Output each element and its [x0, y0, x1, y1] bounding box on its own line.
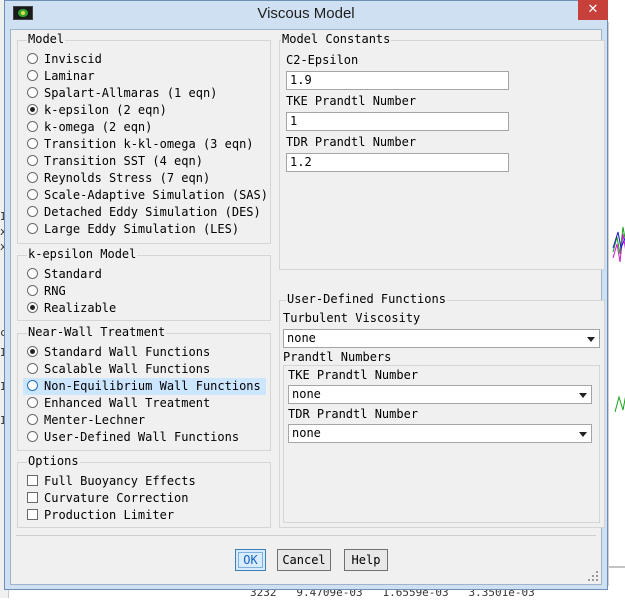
k-epsilon-option-label: Realizable: [44, 301, 117, 315]
udf-tke-prandtl-number-label: TKE Prandtl Number: [288, 368, 419, 382]
turbulent-viscosity-label: Turbulent Viscosity: [283, 311, 421, 325]
options-group-label: Options: [27, 454, 80, 468]
button-separator: [16, 535, 596, 536]
chevron-down-icon[interactable]: [579, 432, 587, 437]
model-group-label: Model: [27, 32, 66, 46]
c2-epsilon-field[interactable]: 1.9: [286, 71, 509, 90]
near-wall-option-label: Standard Wall Functions: [44, 345, 211, 359]
background-plot-window: [608, 22, 625, 598]
cancel-button[interactable]: Cancel: [277, 549, 331, 571]
dropdown-value: none: [292, 426, 321, 440]
radio-button[interactable]: [27, 268, 38, 279]
dialog-client-area: Model Inviscid Laminar Spalart-Allmaras …: [10, 29, 605, 585]
k-epsilon-model-group: k-epsilon Model Standard RNG Realizable: [17, 247, 271, 321]
model-option-label: Inviscid: [44, 52, 102, 66]
near-wall-option-label: User-Defined Wall Functions: [44, 430, 240, 444]
help-button[interactable]: Help: [344, 549, 388, 571]
model-group: Model Inviscid Laminar Spalart-Allmaras …: [17, 32, 271, 244]
option-label: Curvature Correction: [44, 491, 189, 505]
title-bar[interactable]: Viscous Model ✕: [5, 0, 608, 29]
prandtl-numbers-label: Prandtl Numbers: [283, 350, 392, 364]
model-option-label: k-epsilon (2 eqn): [44, 103, 167, 117]
tke-prandtl-number-label: TKE Prandtl Number: [286, 94, 417, 108]
user-defined-functions-group: User-Defined Functions Turbulent Viscosi…: [279, 292, 605, 528]
radio-button[interactable]: [27, 223, 38, 234]
chevron-down-icon[interactable]: [587, 337, 595, 342]
tdr-prandtl-number-label: TDR Prandtl Number: [286, 135, 417, 149]
viscous-model-dialog: Viscous Model ✕ Model Inviscid Laminar S…: [4, 0, 608, 590]
model-option-label: Transition SST (4 eqn): [44, 154, 203, 168]
radio-button[interactable]: [27, 138, 38, 149]
k-epsilon-model-group-label: k-epsilon Model: [27, 247, 138, 261]
turbulent-viscosity-dropdown[interactable]: none: [283, 329, 600, 348]
k-epsilon-option-label: RNG: [44, 284, 66, 298]
udf-tke-prandtl-number-dropdown[interactable]: none: [288, 385, 592, 404]
radio-button[interactable]: [27, 172, 38, 183]
radio-button[interactable]: [27, 414, 38, 425]
radio-button[interactable]: [27, 363, 38, 374]
model-option-label: Spalart-Allmaras (1 eqn): [44, 86, 218, 100]
checkbox[interactable]: [27, 492, 38, 503]
background-plot-traces: [609, 226, 625, 568]
c2-epsilon-label: C2-Epsilon: [286, 53, 359, 67]
chevron-down-icon[interactable]: [579, 393, 587, 398]
checkbox[interactable]: [27, 475, 38, 486]
near-wall-option-label: Menter-Lechner: [44, 413, 146, 427]
close-button[interactable]: ✕: [578, 0, 608, 20]
tke-prandtl-number-field[interactable]: 1: [286, 112, 509, 131]
near-wall-option-label: Scalable Wall Functions: [44, 362, 211, 376]
near-wall-treatment-group-label: Near-Wall Treatment: [27, 325, 167, 339]
option-label: Production Limiter: [44, 508, 175, 522]
model-option-label: Large Eddy Simulation (LES): [44, 222, 240, 236]
window-title: Viscous Model: [257, 5, 355, 22]
options-group: Options Full Buoyancy Effects Curvature …: [17, 454, 271, 528]
radio-button[interactable]: [27, 53, 38, 64]
help-button-label: Help: [351, 553, 381, 567]
model-option-label: Laminar: [44, 69, 95, 83]
model-constants-group: Model Constants C2-Epsilon 1.9 TKE Prand…: [279, 32, 605, 270]
radio-button-selected[interactable]: [27, 346, 38, 357]
radio-button[interactable]: [27, 121, 38, 132]
radio-button[interactable]: [27, 397, 38, 408]
radio-button[interactable]: [27, 380, 38, 391]
near-wall-option-label: Non-Equilibrium Wall Functions: [44, 379, 261, 393]
radio-button[interactable]: [27, 70, 38, 81]
radio-button[interactable]: [27, 189, 38, 200]
ok-button[interactable]: OK: [235, 549, 266, 571]
k-epsilon-option-label: Standard: [44, 267, 102, 281]
option-label: Full Buoyancy Effects: [44, 474, 196, 488]
dropdown-value: none: [287, 331, 316, 345]
model-option-label: Transition k-kl-omega (3 eqn): [44, 137, 254, 151]
dropdown-value: none: [292, 387, 321, 401]
radio-button[interactable]: [27, 285, 38, 296]
udf-tdr-prandtl-number-label: TDR Prandtl Number: [288, 407, 419, 421]
udf-tdr-prandtl-number-dropdown[interactable]: none: [288, 424, 592, 443]
model-option-label: Detached Eddy Simulation (DES): [44, 205, 261, 219]
model-option-label: Scale-Adaptive Simulation (SAS): [44, 188, 268, 202]
model-constants-group-label: Model Constants: [281, 32, 392, 46]
near-wall-option-label: Enhanced Wall Treatment: [44, 396, 211, 410]
prandtl-numbers-group: TKE Prandtl Number none TDR Prandtl Numb…: [283, 365, 600, 523]
model-option-label: Reynolds Stress (7 eqn): [44, 171, 211, 185]
near-wall-treatment-group: Near-Wall Treatment Standard Wall Functi…: [17, 325, 271, 451]
checkbox[interactable]: [27, 509, 38, 520]
radio-button-selected[interactable]: [27, 302, 38, 313]
radio-button-selected[interactable]: [27, 104, 38, 115]
user-defined-functions-group-label: User-Defined Functions: [286, 292, 447, 306]
model-option-label: k-omega (2 eqn): [44, 120, 153, 134]
near-wall-option-non-equilibrium[interactable]: Non-Equilibrium Wall Functions: [23, 378, 266, 395]
radio-button[interactable]: [27, 155, 38, 166]
close-icon: ✕: [587, 2, 599, 17]
cancel-button-label: Cancel: [282, 553, 326, 567]
radio-button[interactable]: [27, 206, 38, 217]
resize-grip-icon[interactable]: [587, 570, 599, 582]
radio-button[interactable]: [27, 431, 38, 442]
radio-button[interactable]: [27, 87, 38, 98]
tdr-prandtl-number-field[interactable]: 1.2: [286, 153, 509, 172]
